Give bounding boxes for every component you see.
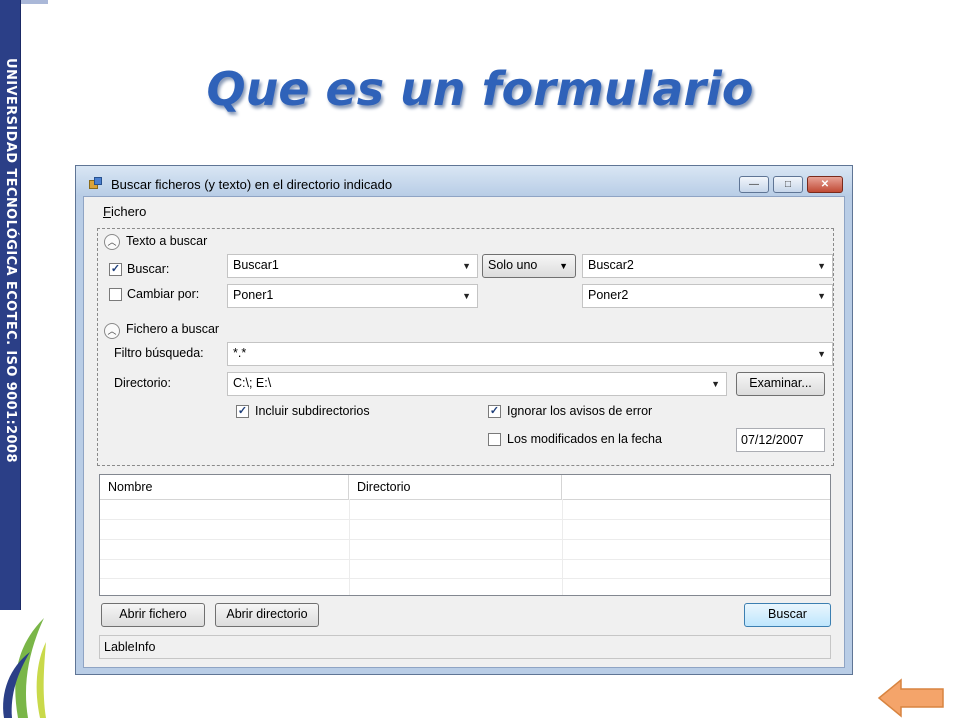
- modificados-label: Los modificados en la fecha: [507, 432, 662, 446]
- chevron-up-icon[interactable]: ︿: [104, 234, 120, 250]
- table-row[interactable]: [100, 578, 830, 595]
- poner2-value: Poner2: [588, 288, 629, 302]
- window-client-area: Fichero ︿ Texto a buscar ✓ Buscar: Busca…: [83, 196, 845, 668]
- corner-strip: [20, 0, 48, 4]
- modificados-checkbox[interactable]: [488, 433, 501, 446]
- checkmark-icon: ✓: [489, 405, 500, 417]
- search-window: Buscar ficheros (y texto) en el director…: [75, 165, 853, 675]
- dropdown-arrow-icon[interactable]: ▼: [559, 256, 568, 276]
- left-arrow-icon[interactable]: [877, 676, 947, 720]
- dropdown-arrow-icon[interactable]: ▼: [462, 286, 471, 306]
- column-divider: [349, 499, 350, 595]
- dropdown-arrow-icon[interactable]: ▼: [817, 344, 826, 364]
- column-header-directorio[interactable]: Directorio: [349, 475, 562, 499]
- buscar-button[interactable]: Buscar: [744, 603, 831, 627]
- abrir-fichero-button[interactable]: Abrir fichero: [101, 603, 205, 627]
- directorio-label: Directorio:: [114, 376, 171, 390]
- minimize-button[interactable]: —: [739, 176, 769, 193]
- menu-fichero-accelerator: F: [103, 204, 111, 219]
- menu-fichero[interactable]: Fichero: [103, 204, 146, 219]
- menu-fichero-label: ichero: [110, 204, 147, 219]
- cambiar-label: Cambiar por:: [127, 287, 200, 301]
- section-fichero-title: Fichero a buscar: [126, 322, 220, 336]
- close-button[interactable]: ✕: [807, 176, 843, 193]
- filtro-value: *.*: [233, 346, 247, 360]
- table-row[interactable]: [100, 500, 830, 520]
- poner2-combo[interactable]: Poner2 ▼: [582, 284, 833, 308]
- table-row[interactable]: [100, 559, 830, 579]
- table-row[interactable]: [100, 540, 830, 560]
- results-header: Nombre Directorio: [100, 475, 830, 500]
- buscar-label: Buscar:: [127, 262, 170, 276]
- checkmark-icon: ✓: [237, 405, 248, 417]
- directorio-combo[interactable]: C:\; E:\ ▼: [227, 372, 727, 396]
- column-divider: [562, 499, 563, 595]
- results-listview[interactable]: Nombre Directorio: [99, 474, 831, 596]
- buscar2-combo[interactable]: Buscar2 ▼: [582, 254, 833, 278]
- column-header-nombre[interactable]: Nombre: [100, 475, 349, 499]
- mode-value: Solo uno: [488, 258, 538, 272]
- abrir-directorio-button[interactable]: Abrir directorio: [215, 603, 319, 627]
- filtro-label: Filtro búsqueda:: [114, 346, 204, 360]
- subdirs-label: Incluir subdirectorios: [255, 404, 370, 418]
- directorio-value: C:\; E:\: [233, 376, 272, 390]
- slide-title: Que es un formulario: [206, 62, 754, 116]
- app-icon: [89, 177, 102, 189]
- poner1-combo[interactable]: Poner1 ▼: [227, 284, 478, 308]
- status-label: LableInfo: [99, 635, 831, 659]
- table-row[interactable]: [100, 520, 830, 540]
- mode-dropdown[interactable]: Solo uno ▼: [482, 254, 576, 278]
- checkmark-icon: ✓: [110, 263, 121, 275]
- ignorar-checkbox[interactable]: ✓: [488, 405, 501, 418]
- dropdown-arrow-icon[interactable]: ▼: [817, 286, 826, 306]
- examinar-button[interactable]: Examinar...: [736, 372, 825, 396]
- dropdown-arrow-icon[interactable]: ▼: [462, 256, 471, 276]
- buscar2-value: Buscar2: [588, 258, 634, 272]
- buscar-checkbox[interactable]: ✓: [109, 263, 122, 276]
- filtro-combo[interactable]: *.* ▼: [227, 342, 833, 366]
- section-texto-title: Texto a buscar: [126, 234, 208, 248]
- search-options-group: ︿ Texto a buscar ✓ Buscar: Buscar1 ▼ Sol…: [97, 228, 834, 466]
- window-title: Buscar ficheros (y texto) en el director…: [111, 177, 393, 192]
- leaf-logo-icon: [3, 618, 46, 718]
- dropdown-arrow-icon[interactable]: ▼: [711, 374, 720, 394]
- fecha-input[interactable]: 07/12/2007: [736, 428, 825, 452]
- buscar1-value: Buscar1: [233, 258, 279, 272]
- maximize-button[interactable]: □: [773, 176, 803, 193]
- dropdown-arrow-icon[interactable]: ▼: [817, 256, 826, 276]
- window-titlebar[interactable]: Buscar ficheros (y texto) en el director…: [76, 166, 852, 196]
- column-header-empty[interactable]: [562, 475, 830, 499]
- chevron-up-icon[interactable]: ︿: [104, 323, 120, 339]
- ignorar-label: Ignorar los avisos de error: [507, 404, 653, 418]
- buscar1-combo[interactable]: Buscar1 ▼: [227, 254, 478, 278]
- subdirs-checkbox[interactable]: ✓: [236, 405, 249, 418]
- cambiar-checkbox[interactable]: [109, 288, 122, 301]
- poner1-value: Poner1: [233, 288, 274, 302]
